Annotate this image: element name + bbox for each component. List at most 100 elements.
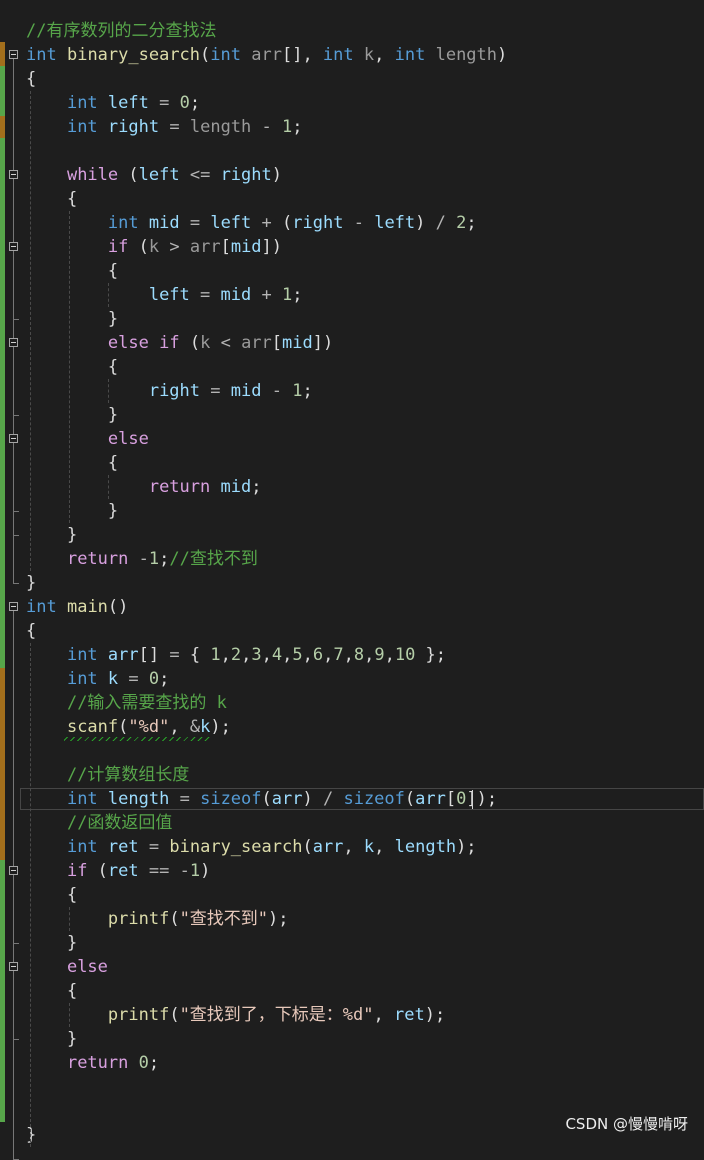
code-line[interactable]: if (k > arr[mid]) bbox=[0, 235, 704, 259]
code-line[interactable]: //输入需要查找的 k bbox=[0, 691, 704, 715]
code-text[interactable]: while (left <= right) bbox=[26, 163, 282, 187]
collapse-icon[interactable] bbox=[9, 50, 18, 59]
code-text[interactable]: printf("查找不到"); bbox=[26, 907, 289, 931]
code-text[interactable]: } bbox=[26, 1027, 77, 1051]
warning-squiggle[interactable] bbox=[64, 737, 210, 741]
code-text[interactable]: { bbox=[26, 883, 77, 907]
code-line[interactable]: left = mid + 1; bbox=[0, 283, 704, 307]
code-line[interactable]: scanf("%d", &k); bbox=[0, 715, 704, 739]
code-text[interactable]: int mid = left + (right - left) / 2; bbox=[26, 211, 477, 235]
code-line[interactable]: int length = sizeof(arr) / sizeof(arr[0]… bbox=[0, 787, 704, 811]
code-line[interactable]: else if (k < arr[mid]) bbox=[0, 331, 704, 355]
code-line[interactable]: if (ret == -1) bbox=[0, 859, 704, 883]
code-text[interactable]: } bbox=[26, 499, 118, 523]
code-line[interactable]: //函数返回值 bbox=[0, 811, 704, 835]
code-line[interactable]: { bbox=[0, 187, 704, 211]
code-text[interactable]: int binary_search(int arr[], int k, int … bbox=[26, 43, 507, 67]
collapse-icon[interactable] bbox=[9, 962, 18, 971]
code-text[interactable]: //函数返回值 bbox=[26, 811, 172, 835]
code-line[interactable]: } bbox=[0, 307, 704, 331]
code-line[interactable]: } bbox=[0, 523, 704, 547]
code-line[interactable]: } bbox=[0, 499, 704, 523]
code-line[interactable]: else bbox=[0, 955, 704, 979]
code-text[interactable]: { bbox=[26, 259, 118, 283]
code-text[interactable]: int left = 0; bbox=[26, 91, 200, 115]
code-line[interactable]: return mid; bbox=[0, 475, 704, 499]
code-text[interactable]: return mid; bbox=[26, 475, 262, 499]
code-line[interactable]: right = mid - 1; bbox=[0, 379, 704, 403]
code-text[interactable]: printf("查找到了，下标是：%d", ret); bbox=[26, 1003, 445, 1027]
code-text[interactable]: else if (k < arr[mid]) bbox=[26, 331, 333, 355]
code-text[interactable]: else bbox=[26, 955, 108, 979]
code-text[interactable]: { bbox=[26, 355, 118, 379]
code-text[interactable]: { bbox=[26, 67, 36, 91]
code-text[interactable]: if (ret == -1) bbox=[26, 859, 210, 883]
code-line[interactable]: } bbox=[0, 571, 704, 595]
code-line[interactable] bbox=[0, 139, 704, 163]
code-text[interactable]: } bbox=[26, 571, 36, 595]
code-text[interactable]: } bbox=[26, 931, 77, 955]
code-line[interactable]: } bbox=[0, 1027, 704, 1051]
code-line[interactable]: int main() bbox=[0, 595, 704, 619]
code-token: 2 bbox=[230, 645, 242, 665]
collapse-icon[interactable] bbox=[9, 242, 18, 251]
collapse-icon[interactable] bbox=[9, 338, 18, 347]
code-line[interactable]: printf("查找到了，下标是：%d", ret); bbox=[0, 1003, 704, 1027]
code-text[interactable]: left = mid + 1; bbox=[26, 283, 303, 307]
code-text[interactable]: else bbox=[26, 427, 149, 451]
code-line[interactable]: int left = 0; bbox=[0, 91, 704, 115]
collapse-icon[interactable] bbox=[9, 170, 18, 179]
code-line[interactable] bbox=[0, 1075, 704, 1099]
code-text[interactable]: int main() bbox=[26, 595, 128, 619]
code-token: ) bbox=[497, 45, 508, 65]
code-text[interactable]: //计算数组长度 bbox=[26, 763, 189, 787]
code-text[interactable]: return 0; bbox=[26, 1051, 159, 1075]
code-text[interactable]: int arr[] = { 1,2,3,4,5,6,7,8,9,10 }; bbox=[26, 643, 446, 667]
code-text[interactable]: int k = 0; bbox=[26, 667, 169, 691]
code-text[interactable]: if (k > arr[mid]) bbox=[26, 235, 282, 259]
code-line[interactable]: } bbox=[0, 931, 704, 955]
code-text[interactable]: //有序数列的二分查找法 bbox=[26, 19, 216, 43]
code-text[interactable]: { bbox=[26, 979, 77, 1003]
code-line[interactable]: { bbox=[0, 979, 704, 1003]
code-editor[interactable]: //有序数列的二分查找法 int binary_search(int arr[],… bbox=[0, 0, 704, 1160]
code-line[interactable]: { bbox=[0, 67, 704, 91]
code-line[interactable]: int arr[] = { 1,2,3,4,5,6,7,8,9,10 }; bbox=[0, 643, 704, 667]
code-line[interactable]: else bbox=[0, 427, 704, 451]
code-line[interactable]: //计算数组长度 bbox=[0, 763, 704, 787]
code-text[interactable]: int right = length - 1; bbox=[26, 115, 303, 139]
collapse-icon[interactable] bbox=[9, 866, 18, 875]
code-text[interactable]: } bbox=[26, 403, 118, 427]
code-line[interactable]: int binary_search(int arr[], int k, int … bbox=[0, 43, 704, 67]
code-line[interactable]: } bbox=[0, 403, 704, 427]
code-line[interactable]: { bbox=[0, 355, 704, 379]
code-line[interactable]: printf("查找不到"); bbox=[0, 907, 704, 931]
code-line[interactable] bbox=[0, 739, 704, 763]
code-line[interactable]: int k = 0; bbox=[0, 667, 704, 691]
code-text[interactable]: { bbox=[26, 451, 118, 475]
collapse-icon[interactable] bbox=[9, 602, 18, 611]
code-line[interactable]: //有序数列的二分查找法 bbox=[0, 19, 704, 43]
code-text[interactable]: //输入需要查找的 k bbox=[26, 691, 227, 715]
code-text[interactable]: { bbox=[26, 187, 77, 211]
code-line[interactable]: { bbox=[0, 451, 704, 475]
code-line[interactable]: while (left <= right) bbox=[0, 163, 704, 187]
code-line[interactable]: { bbox=[0, 259, 704, 283]
code-text[interactable]: int length = sizeof(arr) / sizeof(arr[0]… bbox=[26, 787, 497, 811]
code-text[interactable]: int ret = binary_search(arr, k, length); bbox=[26, 835, 477, 859]
code-line[interactable]: { bbox=[0, 619, 704, 643]
code-text[interactable]: return -1;//查找不到 bbox=[26, 547, 258, 571]
code-text[interactable]: scanf("%d", &k); bbox=[26, 715, 231, 739]
code-line[interactable]: return -1;//查找不到 bbox=[0, 547, 704, 571]
code-line[interactable]: int mid = left + (right - left) / 2; bbox=[0, 211, 704, 235]
code-text[interactable]: } bbox=[26, 1123, 36, 1147]
code-line[interactable]: int right = length - 1; bbox=[0, 115, 704, 139]
code-line[interactable]: { bbox=[0, 883, 704, 907]
collapse-icon[interactable] bbox=[9, 434, 18, 443]
code-text[interactable]: } bbox=[26, 523, 77, 547]
code-line[interactable]: return 0; bbox=[0, 1051, 704, 1075]
code-line[interactable]: int ret = binary_search(arr, k, length); bbox=[0, 835, 704, 859]
code-text[interactable]: } bbox=[26, 307, 118, 331]
code-text[interactable]: { bbox=[26, 619, 36, 643]
